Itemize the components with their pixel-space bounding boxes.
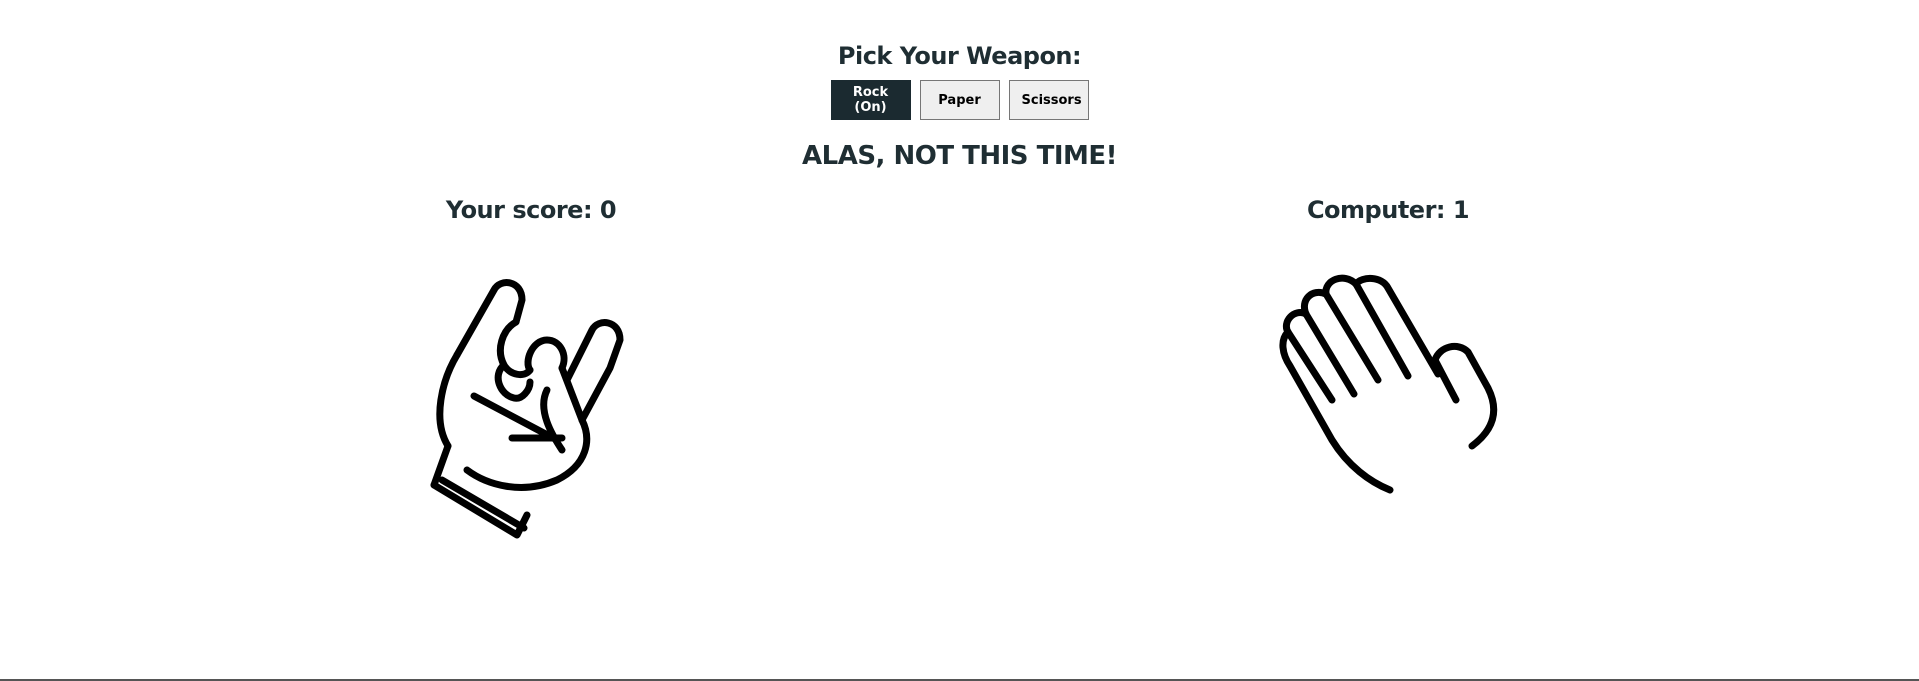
result-message: ALAS, NOT THIS TIME!	[802, 141, 1117, 171]
paper-button[interactable]: Paper	[919, 80, 1000, 120]
scissors-button[interactable]: Scissors	[1008, 80, 1089, 120]
rock-on-hand-icon	[430, 279, 624, 539]
paper-hand-icon	[1279, 274, 1498, 494]
computer-score: Computer: 1	[1306, 196, 1470, 224]
weapon-buttons: Rock (On) Paper Scissors	[0, 80, 1919, 120]
player-score: Your score: 0	[445, 196, 617, 224]
pick-weapon-heading: Pick Your Weapon:	[837, 42, 1082, 70]
rock-button[interactable]: Rock (On)	[830, 80, 911, 120]
